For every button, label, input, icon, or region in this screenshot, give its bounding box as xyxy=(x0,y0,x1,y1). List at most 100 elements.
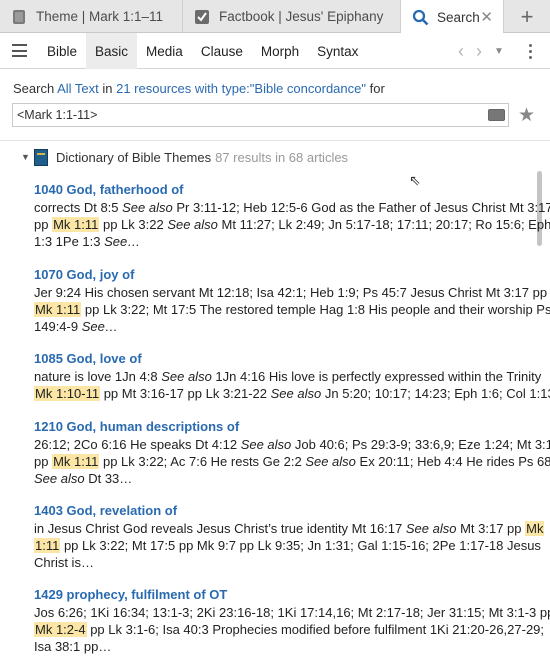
snippet-text: in Jesus Christ God reveals Jesus Christ… xyxy=(34,521,406,536)
tab-clause[interactable]: Clause xyxy=(192,33,252,69)
snippet-text: 149:4-9 xyxy=(34,319,82,334)
see-also-text: See also xyxy=(167,217,218,232)
tab-basic[interactable]: Basic xyxy=(86,33,138,69)
snippet-text: pp Mt 3:16-17 pp Lk 3:21-22 xyxy=(100,386,271,401)
result-entry[interactable]: 1429 prophecy, fulfilment of OT Jos 6:26;… xyxy=(34,586,550,655)
result-snippet-line: 26:12; 2Co 6:16 He speaks Dt 4:12 See al… xyxy=(34,436,550,453)
snippet-text: Jer 9:24 His chosen servant Mt 12:18; Is… xyxy=(34,285,548,300)
see-also-text: See also xyxy=(161,369,212,384)
book-icon xyxy=(34,149,48,166)
search-in: in xyxy=(98,81,117,96)
highlighted-reference[interactable]: Mk 1:10-11 xyxy=(34,386,101,401)
search-type-tabs: Bible Basic Media Clause Morph Syntax xyxy=(38,33,367,69)
search-query: <Mark 1:1-11> xyxy=(17,108,98,122)
see-also-text: See also xyxy=(270,386,322,401)
result-snippet-line: Isa 38:1 pp… xyxy=(34,638,528,655)
forward-arrow-icon[interactable]: › xyxy=(470,41,488,62)
result-snippet-line: Jos 6:26; 1Ki 16:34; 13:1-3; 2Ki 23:16-1… xyxy=(34,604,550,621)
collapse-caret-icon[interactable]: ▼ xyxy=(21,152,30,162)
resource-title[interactable]: Dictionary of Bible Themes xyxy=(56,150,211,165)
tab-media[interactable]: Media xyxy=(137,33,192,69)
see-also-text: See also xyxy=(122,200,173,215)
snippet-text: pp Lk 3:22 xyxy=(99,217,168,232)
snippet-text: Jos 6:26; 1Ki 16:34; 13:1-3; 2Ki 23:16-1… xyxy=(34,605,550,620)
snippet-text: Mt 3:17 pp xyxy=(456,521,526,536)
favorite-star-icon[interactable]: ★ xyxy=(518,104,535,127)
result-snippet-line: pp Mk 1:11 pp Lk 3:22 See also Mt 11:27;… xyxy=(34,216,550,233)
snippet-text: 26:12; 2Co 6:16 He speaks Dt 4:12 xyxy=(34,437,241,452)
menu-icon[interactable] xyxy=(12,44,27,57)
result-snippet-line: corrects Dt 8:5 See also Pr 3:11-12; Heb… xyxy=(34,199,550,216)
result-snippet-line: See also Dt 33… xyxy=(34,470,528,487)
result-count: 87 results in 68 articles xyxy=(215,150,349,165)
result-snippet-line: Mk 1:2-4 pp Lk 3:1-6; Isa 40:3 Prophecie… xyxy=(34,621,544,638)
tab-bible[interactable]: Bible xyxy=(38,33,86,69)
resource-header[interactable]: ▼ Dictionary of Bible Themes 87 results i… xyxy=(0,141,550,173)
search-toolbar: Bible Basic Media Clause Morph Syntax ‹ … xyxy=(0,33,550,69)
snippet-text: Mt 11:27; Lk 2:49; Jn 5:17-18; 17:11; 20… xyxy=(217,217,550,232)
highlighted-reference[interactable]: Mk 1:11 xyxy=(52,217,100,232)
snippet-text: Isa 38:1 pp… xyxy=(34,639,112,654)
close-icon[interactable]: ✕ xyxy=(480,8,493,26)
result-title[interactable]: 1085 God, love of xyxy=(34,350,528,367)
see-also-text: See also xyxy=(305,454,356,469)
result-snippet-line: Mk 1:11 pp Lk 3:22; Mt 17:5 The restored… xyxy=(34,301,550,318)
result-entry[interactable]: 1210 God, human descriptions of 26:12; 2C… xyxy=(34,418,550,487)
search-description: Search All Text in 21 resources with typ… xyxy=(13,81,385,96)
new-tab-button[interactable]: + xyxy=(504,0,550,33)
tab-theme[interactable]: Theme | Mark 1:1–11 xyxy=(0,0,183,33)
tab-strip: Theme | Mark 1:1–11 Factbook | Jesus' Ep… xyxy=(0,0,550,34)
scope-link[interactable]: All Text xyxy=(57,81,99,96)
tab-morph[interactable]: Morph xyxy=(252,33,308,69)
factbook-icon xyxy=(194,9,210,25)
result-entry[interactable]: 1040 God, fatherhood of corrects Dt 8:5 S… xyxy=(34,181,550,250)
resources-link[interactable]: 21 resources with type:"Bible concordanc… xyxy=(116,81,366,96)
search-prefix: Search xyxy=(13,81,58,96)
result-entry[interactable]: 1085 God, love of nature is love 1Jn 4:8 … xyxy=(34,350,550,402)
result-entry[interactable]: 1403 God, revelation of in Jesus Christ G… xyxy=(34,502,545,571)
theme-icon xyxy=(11,9,27,25)
snippet-text: nature is love 1Jn 4:8 xyxy=(34,369,162,384)
tab-factbook[interactable]: Factbook | Jesus' Epiphany xyxy=(183,0,401,33)
highlighted-reference[interactable]: Mk 1:11 xyxy=(34,302,82,317)
result-title[interactable]: 1040 God, fatherhood of xyxy=(34,181,528,198)
keyboard-icon[interactable] xyxy=(488,109,505,121)
result-snippet-line: 149:4-9 See… xyxy=(34,318,528,335)
result-snippet-line: in Jesus Christ God reveals Jesus Christ… xyxy=(34,520,545,537)
result-title[interactable]: 1210 God, human descriptions of xyxy=(34,418,528,435)
tab-label: Theme | Mark 1:1–11 xyxy=(36,9,164,24)
see-also-text: See… xyxy=(81,319,118,334)
snippet-text: Pr 3:11-12; Heb 12:5-6 God as the Father… xyxy=(172,200,550,215)
result-snippet-line: Jer 9:24 His chosen servant Mt 12:18; Is… xyxy=(34,284,547,301)
snippet-text: pp Lk 3:22; Ac 7:6 He rests Ge 2:2 xyxy=(99,454,306,469)
highlighted-reference[interactable]: Mk 1:11 xyxy=(52,454,100,469)
result-title[interactable]: 1070 God, joy of xyxy=(34,266,528,283)
snippet-text: Jn 5:20; 10:17; 14:23; Eph 1:6; Col 1:13… xyxy=(321,386,550,401)
more-options-icon[interactable] xyxy=(510,42,550,60)
result-title[interactable]: 1403 God, revelation of xyxy=(34,502,528,519)
search-icon xyxy=(412,9,429,26)
snippet-text: pp xyxy=(34,217,53,232)
result-snippet-line: Mk 1:10-11 pp Mt 3:16-17 pp Lk 3:21-22 S… xyxy=(34,385,550,402)
results-pane: ▼ Dictionary of Bible Themes 87 results i… xyxy=(0,140,550,657)
highlighted-reference[interactable]: Mk 1:2-4 xyxy=(34,622,87,637)
highlighted-reference[interactable]: 1:11 xyxy=(34,538,61,553)
search-input[interactable]: <Mark 1:1-11> xyxy=(12,103,509,127)
history-dropdown-icon[interactable]: ▼ xyxy=(488,46,510,57)
result-entry[interactable]: 1070 God, joy of Jer 9:24 His chosen serv… xyxy=(34,266,550,335)
snippet-text: pp xyxy=(34,454,53,469)
result-snippet-line: nature is love 1Jn 4:8 See also 1Jn 4:16… xyxy=(34,368,541,385)
result-snippet-line: pp Mk 1:11 pp Lk 3:22; Ac 7:6 He rests G… xyxy=(34,453,550,470)
snippet-text: Dt 33… xyxy=(84,471,133,486)
tab-label: Factbook | Jesus' Epiphany xyxy=(219,9,384,24)
back-arrow-icon[interactable]: ‹ xyxy=(452,41,470,62)
result-snippet-line: 1:3 1Pe 1:3 See… xyxy=(34,233,528,250)
snippet-text: pp Lk 3:22; Mt 17:5 The restored temple … xyxy=(81,302,550,317)
tab-search[interactable]: Search ✕ xyxy=(401,0,504,34)
highlighted-reference[interactable]: Mk xyxy=(525,521,545,536)
result-title[interactable]: 1429 prophecy, fulfilment of OT xyxy=(34,586,528,603)
snippet-text: Christ is… xyxy=(34,555,94,570)
snippet-text: Job 40:6; Ps 29:3-9; 33:6,9; Eze 1:24; M… xyxy=(291,437,550,452)
snippet-text: corrects Dt 8:5 xyxy=(34,200,123,215)
tab-syntax[interactable]: Syntax xyxy=(308,33,367,69)
